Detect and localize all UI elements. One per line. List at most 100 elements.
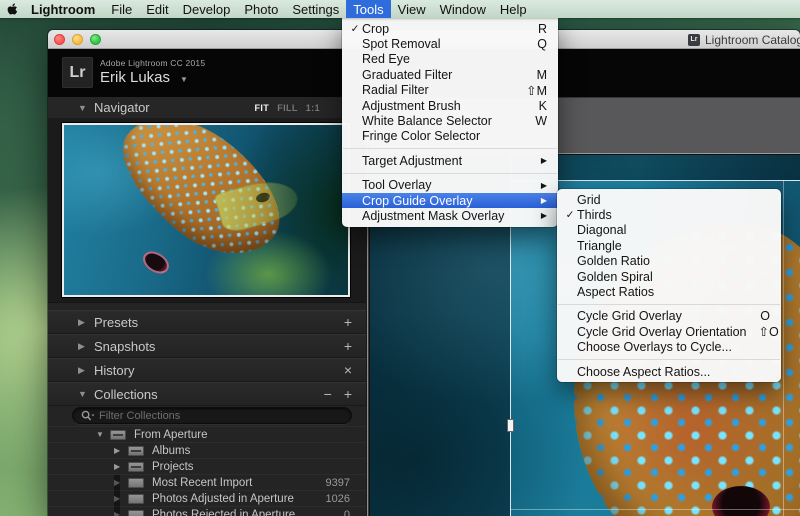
menubar-item-window[interactable]: Window — [433, 0, 493, 18]
collection-label: Albums — [152, 443, 190, 459]
menu-item-golden-ratio[interactable]: Golden Ratio — [557, 254, 781, 269]
zoom-mode-fill[interactable]: FILL — [277, 103, 298, 113]
menubar-item-photo[interactable]: Photo — [237, 0, 285, 18]
menubar-item-help[interactable]: Help — [493, 0, 534, 18]
panel-action-add-icon[interactable]: + — [344, 335, 352, 358]
menubar-item-edit[interactable]: Edit — [139, 0, 175, 18]
menu-item-tool-overlay[interactable]: Tool Overlay▶ — [342, 178, 558, 193]
collection-set-icon — [128, 446, 144, 456]
menu-item-cycle-grid-overlay-orientation[interactable]: Cycle Grid Overlay Orientation⇧O — [557, 324, 781, 339]
collection-row-from-aperture[interactable]: ▼From Aperture — [48, 426, 366, 442]
identity-user-name[interactable]: Erik Lukas — [100, 69, 170, 86]
menu-item-aspect-ratios[interactable]: Aspect Ratios — [557, 284, 781, 299]
crop-handle-left-middle[interactable] — [507, 419, 514, 432]
filter-collections-box[interactable] — [72, 407, 352, 424]
collection-set-icon — [128, 462, 144, 472]
menu-item-label: Tool Overlay — [362, 178, 529, 192]
panel-header-collections[interactable]: ▼Collections−+ — [48, 382, 366, 406]
menu-item-radial-filter[interactable]: Radial Filter⇧M — [342, 83, 558, 98]
panel-actions: + — [344, 311, 352, 334]
submenu-arrow-icon: ▶ — [541, 211, 547, 220]
menubar-item-label: Tools — [353, 2, 383, 17]
menu-item-label: Radial Filter — [362, 83, 514, 97]
panel-action-add-icon[interactable]: + — [344, 383, 352, 406]
panel-action-add-icon[interactable]: + — [344, 311, 352, 334]
menu-item-grid[interactable]: Grid — [557, 192, 781, 207]
disclosure-triangle-icon[interactable]: ▶ — [78, 335, 85, 358]
disclosure-triangle-icon[interactable]: ▼ — [78, 383, 87, 406]
search-icon — [81, 410, 95, 422]
menubar-item-view[interactable]: View — [391, 0, 433, 18]
menu-item-label: Spot Removal — [362, 37, 525, 51]
menubar-item-file[interactable]: File — [104, 0, 139, 18]
menu-item-label: Grid — [577, 193, 770, 207]
menu-item-label: White Balance Selector — [362, 114, 523, 128]
collection-label: Most Recent Import — [152, 475, 252, 491]
zoom-mode-1-1[interactable]: 1:1 — [306, 103, 320, 113]
menu-item-fringe-color-selector[interactable]: Fringe Color Selector — [342, 129, 558, 144]
menu-item-red-eye[interactable]: Red Eye — [342, 52, 558, 67]
filter-collections-input[interactable] — [99, 410, 343, 422]
menu-item-label: Adjustment Mask Overlay — [362, 209, 529, 223]
menu-item-white-balance-selector[interactable]: White Balance Selector W — [342, 113, 558, 128]
panel-header-navigator[interactable]: ▼ Navigator FITFILL1:1 — [48, 97, 366, 119]
minimize-window-button[interactable] — [72, 34, 83, 45]
panel-action-close-icon[interactable]: × — [344, 359, 352, 382]
panel-header-history[interactable]: ▶History× — [48, 358, 366, 382]
menubar-item-tools[interactable]: Tools — [346, 0, 390, 18]
panel-header-snapshots[interactable]: ▶ Snapshots + — [48, 334, 366, 358]
panel-actions: −+ — [324, 383, 352, 406]
menu-separator — [343, 173, 557, 174]
disclosure-triangle-icon[interactable]: ▶ — [114, 443, 120, 459]
menu-item-label: Cycle Grid Overlay — [577, 309, 748, 323]
disclosure-triangle-icon[interactable]: ▶ — [78, 359, 85, 382]
collection-row-most-recent-import[interactable]: ▶Most Recent Import9397 — [48, 474, 366, 490]
navigator-preview-image[interactable] — [62, 123, 350, 297]
menu-item-label: Target Adjustment — [362, 154, 529, 168]
menu-item-adjustment-brush[interactable]: Adjustment BrushK — [342, 98, 558, 113]
menu-item-triangle[interactable]: Triangle — [557, 238, 781, 253]
menu-item-crop[interactable]: ✓CropR — [342, 21, 558, 36]
menu-item-thirds[interactable]: ✓Thirds — [557, 207, 781, 222]
collection-label: Photos Rejected in Aperture — [152, 507, 295, 516]
identity-caret-icon[interactable]: ▼ — [180, 75, 188, 84]
collection-row-albums[interactable]: ▶ Albums — [48, 442, 366, 458]
menubar-item-lightroom[interactable]: Lightroom — [24, 0, 104, 18]
menu-separator — [343, 148, 557, 149]
menu-item-choose-overlays-to-cycle[interactable]: Choose Overlays to Cycle... — [557, 340, 781, 355]
close-window-button[interactable] — [54, 34, 65, 45]
left-panel-column: ▼ Navigator FITFILL1:1 ▶Presets+▶Snapsho… — [48, 97, 366, 516]
menu-item-cycle-grid-overlay[interactable]: Cycle Grid OverlayO — [557, 309, 781, 324]
menubar-item-label: Photo — [244, 2, 278, 17]
menu-item-diagonal[interactable]: Diagonal — [557, 223, 781, 238]
menu-item-crop-guide-overlay[interactable]: Crop Guide Overlay▶ — [342, 193, 558, 208]
zoom-window-button[interactable] — [90, 34, 101, 45]
menu-item-graduated-filter[interactable]: Graduated FilterM — [342, 67, 558, 82]
disclosure-triangle-icon[interactable]: ▶ — [114, 459, 120, 475]
menu-item-shortcut: W — [535, 114, 547, 128]
disclosure-triangle-icon[interactable]: ▶ — [78, 311, 85, 334]
menu-item-spot-removal[interactable]: Spot RemovalQ — [342, 36, 558, 51]
collection-row-projects[interactable]: ▶Projects — [48, 458, 366, 474]
macos-menu-bar: LightroomFileEditDevelop Photo Settings Too… — [0, 0, 800, 18]
menu-item-choose-aspect-ratios[interactable]: Choose Aspect Ratios... — [557, 364, 781, 379]
disclosure-triangle-icon[interactable]: ▼ — [96, 427, 104, 443]
collection-row-photos-adjusted-in-aperture[interactable]: ▶Photos Adjusted in Aperture1026 — [48, 490, 366, 506]
zoom-mode-fit[interactable]: FIT — [254, 103, 269, 113]
collection-row-photos-rejected-in-aperture[interactable]: ▶Photos Rejected in Aperture0 — [48, 506, 366, 516]
apple-menu[interactable] — [0, 0, 24, 18]
menu-item-label: Golden Ratio — [577, 254, 770, 268]
panel-action-remove-icon[interactable]: − — [324, 383, 332, 406]
menu-item-label: Fringe Color Selector — [362, 129, 547, 143]
panel-header-label: Snapshots — [94, 335, 155, 358]
menu-item-label: Choose Overlays to Cycle... — [577, 340, 770, 354]
menu-item-golden-spiral[interactable]: Golden Spiral — [557, 269, 781, 284]
collection-icon — [128, 494, 144, 504]
disclosure-triangle-icon[interactable]: ▼ — [78, 103, 87, 113]
panel-header-presets[interactable]: ▶Presets+ — [48, 310, 366, 334]
menu-item-target-adjustment[interactable]: Target Adjustment▶ — [342, 153, 558, 168]
menu-item-adjustment-mask-overlay[interactable]: Adjustment Mask Overlay ▶ — [342, 208, 558, 223]
menu-bar-items: LightroomFileEditDevelop Photo Settings Too… — [24, 0, 534, 18]
menubar-item-develop[interactable]: Develop — [176, 0, 238, 18]
menubar-item-settings[interactable]: Settings — [285, 0, 346, 18]
